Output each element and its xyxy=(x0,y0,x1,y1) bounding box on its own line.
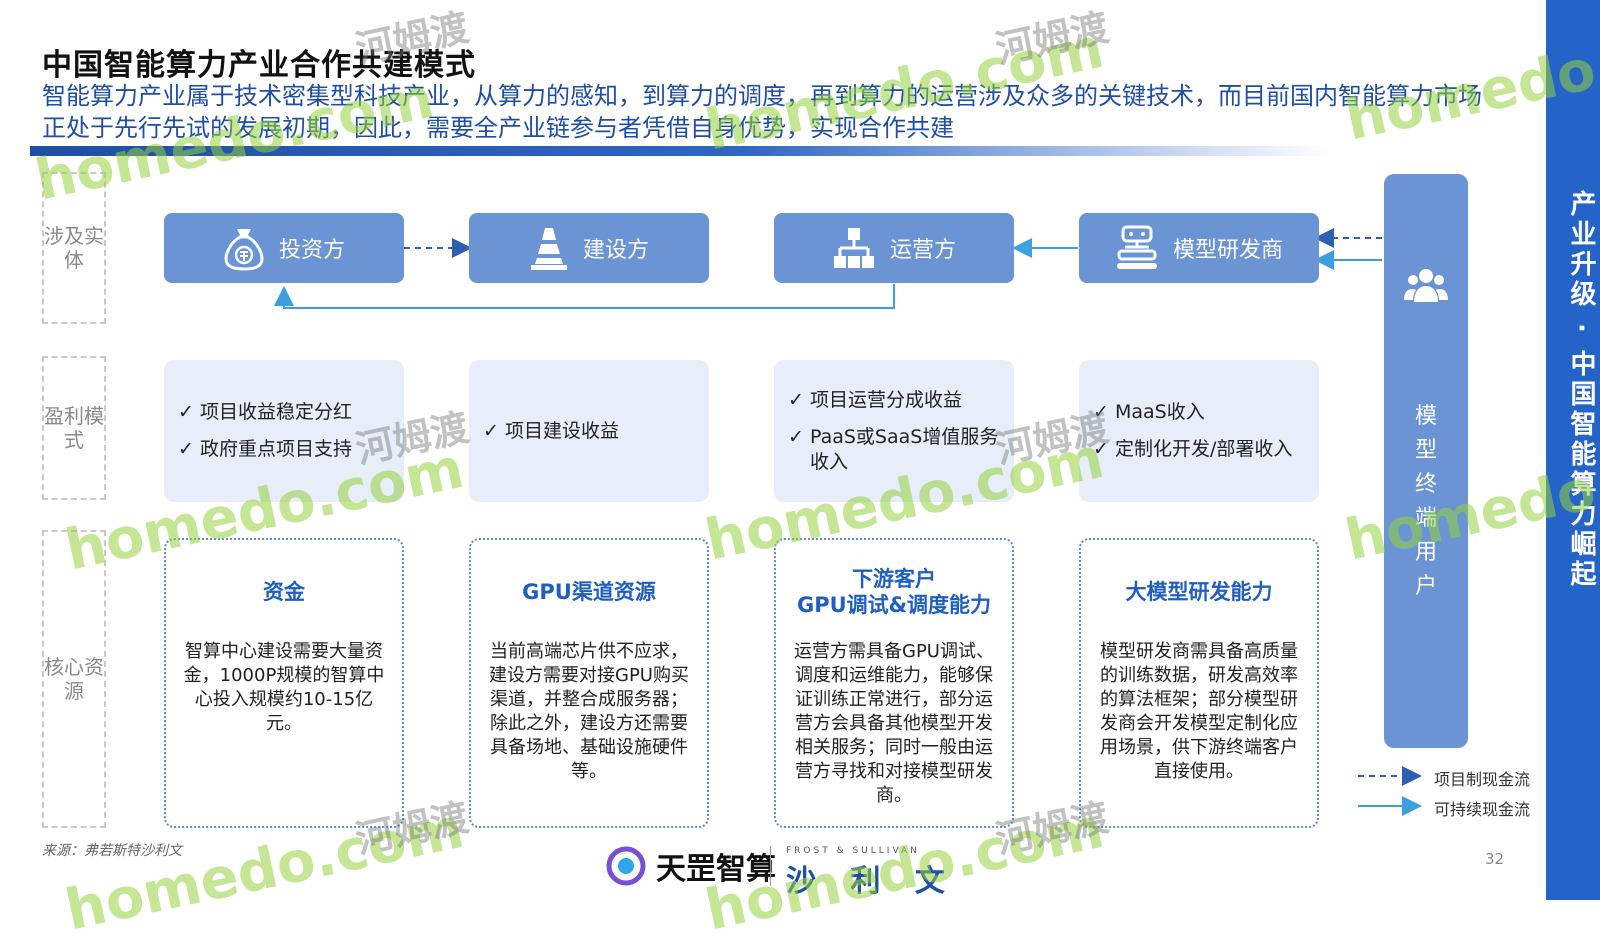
resource-title: 资金 xyxy=(263,580,305,604)
money-bag-icon xyxy=(224,229,264,271)
resource-body: 运营方需具备GPU调试、调度和运维能力，能够保证训练正常进行，部分运营方会具备其… xyxy=(794,641,994,806)
hierarchy-icon xyxy=(833,228,874,268)
profit-box-builder: ✓ 项目建设收益 xyxy=(469,360,709,502)
traffic-cone-icon xyxy=(530,228,567,270)
page-number: 32 xyxy=(1485,850,1505,868)
robot-conveyor-icon xyxy=(1116,225,1157,269)
resource-box-builder: GPU渠道资源 当前高端芯片供不应求，建设方需要对接GPU购买渠道，并整合成服务… xyxy=(469,538,709,828)
entity-investor: 投资方 xyxy=(164,213,404,283)
entity-builder-label: 建设方 xyxy=(582,238,649,263)
profit-item: ✓ MaaS收入 xyxy=(1093,401,1205,423)
tiangang-logo-icon xyxy=(606,846,646,886)
resource-box-model-developer: 大模型研发能力 模型研发商需具备高质量的训练数据，研发高效率的算法框架；部分模型… xyxy=(1079,538,1319,828)
legend-solid-label: 可持续现金流 xyxy=(1434,800,1531,819)
profit-item: ✓ 项目建设收益 xyxy=(483,419,619,442)
profit-item: ✓ 项目运营分成收益 xyxy=(788,388,962,411)
entity-model-developer: 模型研发商 xyxy=(1079,213,1319,283)
resource-box-operator: 下游客户 GPU调试&调度能力 运营方需具备GPU调试、调度和运维能力，能够保证… xyxy=(774,538,1014,828)
entity-model-developer-label: 模型研发商 xyxy=(1172,238,1283,263)
resource-title: 大模型研发能力 xyxy=(1125,580,1273,604)
arrow-operator-to-investor xyxy=(274,284,895,309)
users-group-icon xyxy=(1404,269,1448,302)
resource-box-investor: 资金 智算中心建设需要大量资金，1000P规模的智算中心投入规模约10-15亿元… xyxy=(164,538,404,828)
profit-item: ✓ 定制化开发/部署收入 xyxy=(1093,438,1293,460)
resource-title: 下游客户 GPU调试&调度能力 xyxy=(797,567,991,617)
resource-title: GPU渠道资源 xyxy=(522,580,656,604)
resource-body: 智算中心建设需要大量资金，1000P规模的智算中心投入规模约10-15亿元。 xyxy=(183,641,385,734)
resource-body: 当前高端芯片供不应求，建设方需要对接GPU购买渠道，并整合成服务器；除此之外，建… xyxy=(489,641,689,782)
resource-body: 模型研发商需具备高质量的训练数据，研发高效率的算法框架；部分模型研发商会开发模型… xyxy=(1100,641,1298,782)
entity-operator-label: 运营方 xyxy=(889,238,956,263)
legend-dashed-label: 项目制现金流 xyxy=(1434,770,1531,789)
entity-operator: 运营方 xyxy=(774,213,1014,283)
source-note: 来源：弗若斯特沙利文 xyxy=(42,843,182,859)
profit-box-model-developer: ✓ MaaS收入 ✓ 定制化开发/部署收入 xyxy=(1079,360,1319,502)
entity-investor-label: 投资方 xyxy=(278,238,345,263)
entity-builder: 建设方 xyxy=(469,213,709,283)
